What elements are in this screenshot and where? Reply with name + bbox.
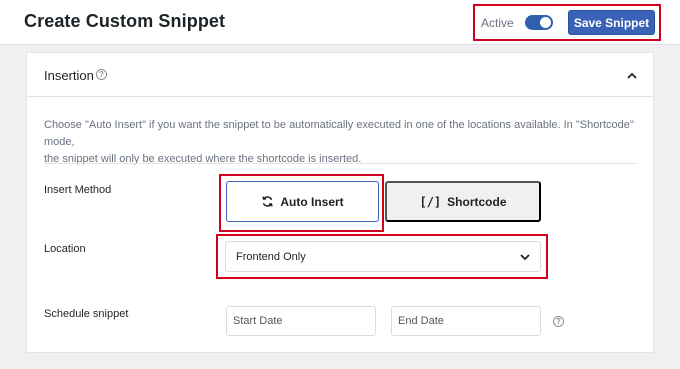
shortcode-button[interactable]: [/] Shortcode bbox=[385, 181, 541, 222]
shortcode-icon: [/] bbox=[419, 194, 442, 209]
insert-method-label: Insert Method bbox=[44, 184, 112, 196]
start-date-input[interactable] bbox=[226, 306, 376, 336]
insertion-panel: Insertion ? Choose "Auto Insert" if you … bbox=[26, 52, 654, 353]
schedule-snippet-label: Schedule snippet bbox=[44, 308, 129, 320]
help-icon[interactable]: ? bbox=[96, 69, 107, 80]
active-label: Active bbox=[481, 16, 514, 30]
shortcode-label: Shortcode bbox=[447, 194, 507, 209]
refresh-icon bbox=[262, 196, 274, 207]
insertion-panel-header[interactable]: Insertion ? bbox=[27, 53, 653, 97]
auto-insert-label: Auto Insert bbox=[280, 194, 344, 209]
active-toggle[interactable] bbox=[525, 15, 553, 30]
location-value: Frontend Only bbox=[236, 251, 306, 263]
description-line-1: Choose "Auto Insert" if you want the sni… bbox=[44, 119, 634, 148]
section-title: Insertion bbox=[44, 68, 94, 83]
end-date-input[interactable] bbox=[391, 306, 541, 336]
chevron-down-icon bbox=[520, 254, 530, 261]
auto-insert-button[interactable]: Auto Insert bbox=[226, 181, 379, 222]
description-line-2: the snippet will only be executed where … bbox=[44, 153, 362, 165]
schedule-help-icon[interactable]: ? bbox=[553, 316, 564, 327]
top-bar: Create Custom Snippet Active Save Snippe… bbox=[0, 0, 680, 45]
location-label: Location bbox=[44, 243, 86, 255]
toggle-knob bbox=[540, 17, 551, 28]
save-snippet-button[interactable]: Save Snippet bbox=[568, 10, 655, 35]
page-title: Create Custom Snippet bbox=[24, 11, 226, 31]
chevron-up-icon[interactable] bbox=[627, 71, 637, 81]
divider bbox=[44, 163, 637, 164]
location-select[interactable]: Frontend Only bbox=[225, 241, 541, 272]
insertion-description: Choose "Auto Insert" if you want the sni… bbox=[44, 117, 644, 168]
